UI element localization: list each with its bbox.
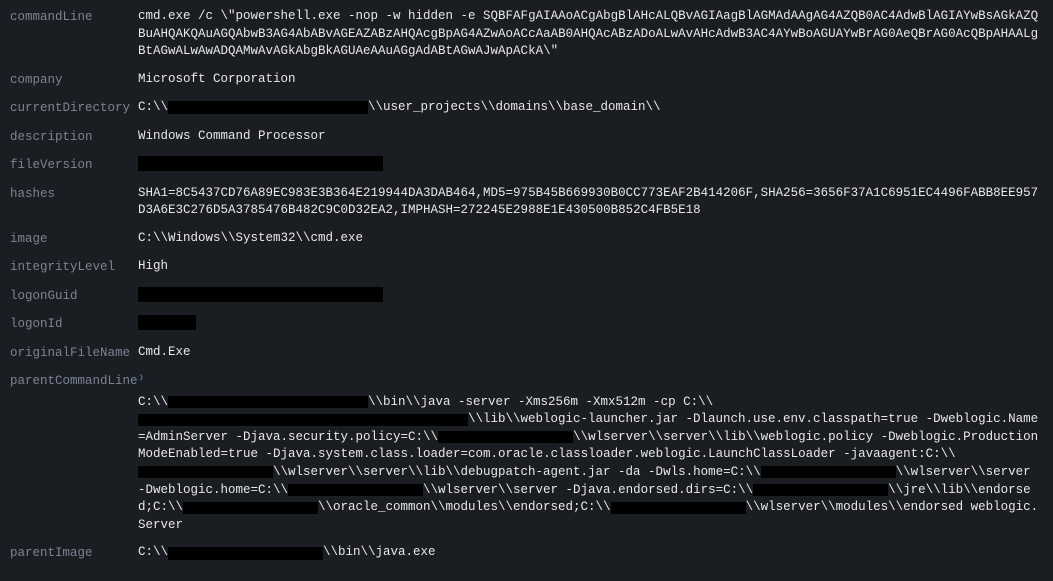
pcl-seg: C:\\ <box>138 395 168 409</box>
redacted-segment <box>611 502 746 514</box>
field-company: company Microsoft Corporation <box>0 69 1053 92</box>
pcl-seg: \\wlserver\\server -Djava.endorsed.dirs=… <box>423 483 753 497</box>
value-hashes: SHA1=8C5437CD76A89EC983E3B364E219944DA3D… <box>138 185 1053 220</box>
redacted-segment <box>168 101 368 114</box>
field-fileversion: fileVersion <box>0 154 1053 177</box>
value-originalfilename: Cmd.Exe <box>138 344 1053 362</box>
value-currentdirectory: C:\\ \\user_projects\\domains\\base_domai… <box>138 99 1053 118</box>
value-image: C:\\Windows\\System32\\cmd.exe <box>138 230 1053 248</box>
redacted-segment <box>138 156 383 171</box>
value-parentcommandline: › C:\\ \\bin\\java -server -Xms256m -Xmx5… <box>138 372 1053 534</box>
field-description: description Windows Command Processor <box>0 126 1053 149</box>
value-integritylevel: High <box>138 258 1053 276</box>
field-originalfilename: originalFileName Cmd.Exe <box>0 342 1053 365</box>
field-currentdirectory: currentDirectory C:\\ \\user_projects\\do… <box>0 97 1053 120</box>
value-logonid <box>138 315 1053 333</box>
parentcommandline-text: C:\\ \\bin\\java -server -Xms256m -Xmx512… <box>138 394 1043 535</box>
field-parentimage: parentImage C:\\ \\bin\\java.exe <box>0 542 1053 565</box>
redacted-segment <box>183 502 318 514</box>
label-parentimage: parentImage <box>0 544 138 563</box>
redacted-segment <box>168 547 323 560</box>
label-integritylevel: integrityLevel <box>0 258 138 277</box>
label-company: company <box>0 71 138 90</box>
chevron-right-icon[interactable]: › <box>138 372 145 387</box>
value-commandline: cmd.exe /c \"powershell.exe -nop -w hidd… <box>138 8 1053 61</box>
label-logonguid: logonGuid <box>0 287 138 306</box>
label-description: description <box>0 128 138 147</box>
label-fileversion: fileVersion <box>0 156 138 175</box>
value-company: Microsoft Corporation <box>138 71 1053 89</box>
pcl-seg: \\wlserver\\server\\lib\\debugpatch-agen… <box>273 465 761 479</box>
label-originalfilename: originalFileName <box>0 344 138 363</box>
field-integritylevel: integrityLevel High <box>0 256 1053 279</box>
field-logonguid: logonGuid <box>0 285 1053 308</box>
redacted-segment <box>168 396 368 408</box>
redacted-segment <box>138 287 383 302</box>
redacted-segment <box>288 484 423 496</box>
value-description: Windows Command Processor <box>138 128 1053 146</box>
field-hashes: hashes SHA1=8C5437CD76A89EC983E3B364E219… <box>0 183 1053 222</box>
label-hashes: hashes <box>0 185 138 204</box>
redacted-segment <box>138 315 196 330</box>
pi-post: \\bin\\java.exe <box>323 545 436 559</box>
pi-pre: C:\\ <box>138 545 168 559</box>
label-logonid: logonId <box>0 315 138 334</box>
cd-post: \\user_projects\\domains\\base_domain\\ <box>368 100 661 114</box>
pcl-seg: \\oracle_common\\modules\\endorsed;C:\\ <box>318 500 611 514</box>
field-image: image C:\\Windows\\System32\\cmd.exe <box>0 228 1053 251</box>
label-commandline: commandLine <box>0 8 138 27</box>
field-commandline: commandLine cmd.exe /c \"powershell.exe … <box>0 6 1053 63</box>
label-image: image <box>0 230 138 249</box>
label-parentcommandline: parentCommandLine <box>0 372 138 391</box>
redacted-segment <box>138 466 273 478</box>
cd-pre: C:\\ <box>138 100 168 114</box>
field-logonid: logonId <box>0 313 1053 336</box>
value-parentimage: C:\\ \\bin\\java.exe <box>138 544 1053 563</box>
redacted-segment <box>753 484 888 496</box>
pcl-seg: \\bin\\java -server -Xms256m -Xmx512m -c… <box>368 395 713 409</box>
value-logonguid <box>138 287 1053 305</box>
redacted-segment <box>138 414 468 426</box>
value-fileversion <box>138 156 1053 174</box>
redacted-segment <box>438 431 573 443</box>
field-parentcommandline: parentCommandLine › C:\\ \\bin\\java -ser… <box>0 370 1053 536</box>
label-currentdirectory: currentDirectory <box>0 99 138 118</box>
redacted-segment <box>761 466 896 478</box>
